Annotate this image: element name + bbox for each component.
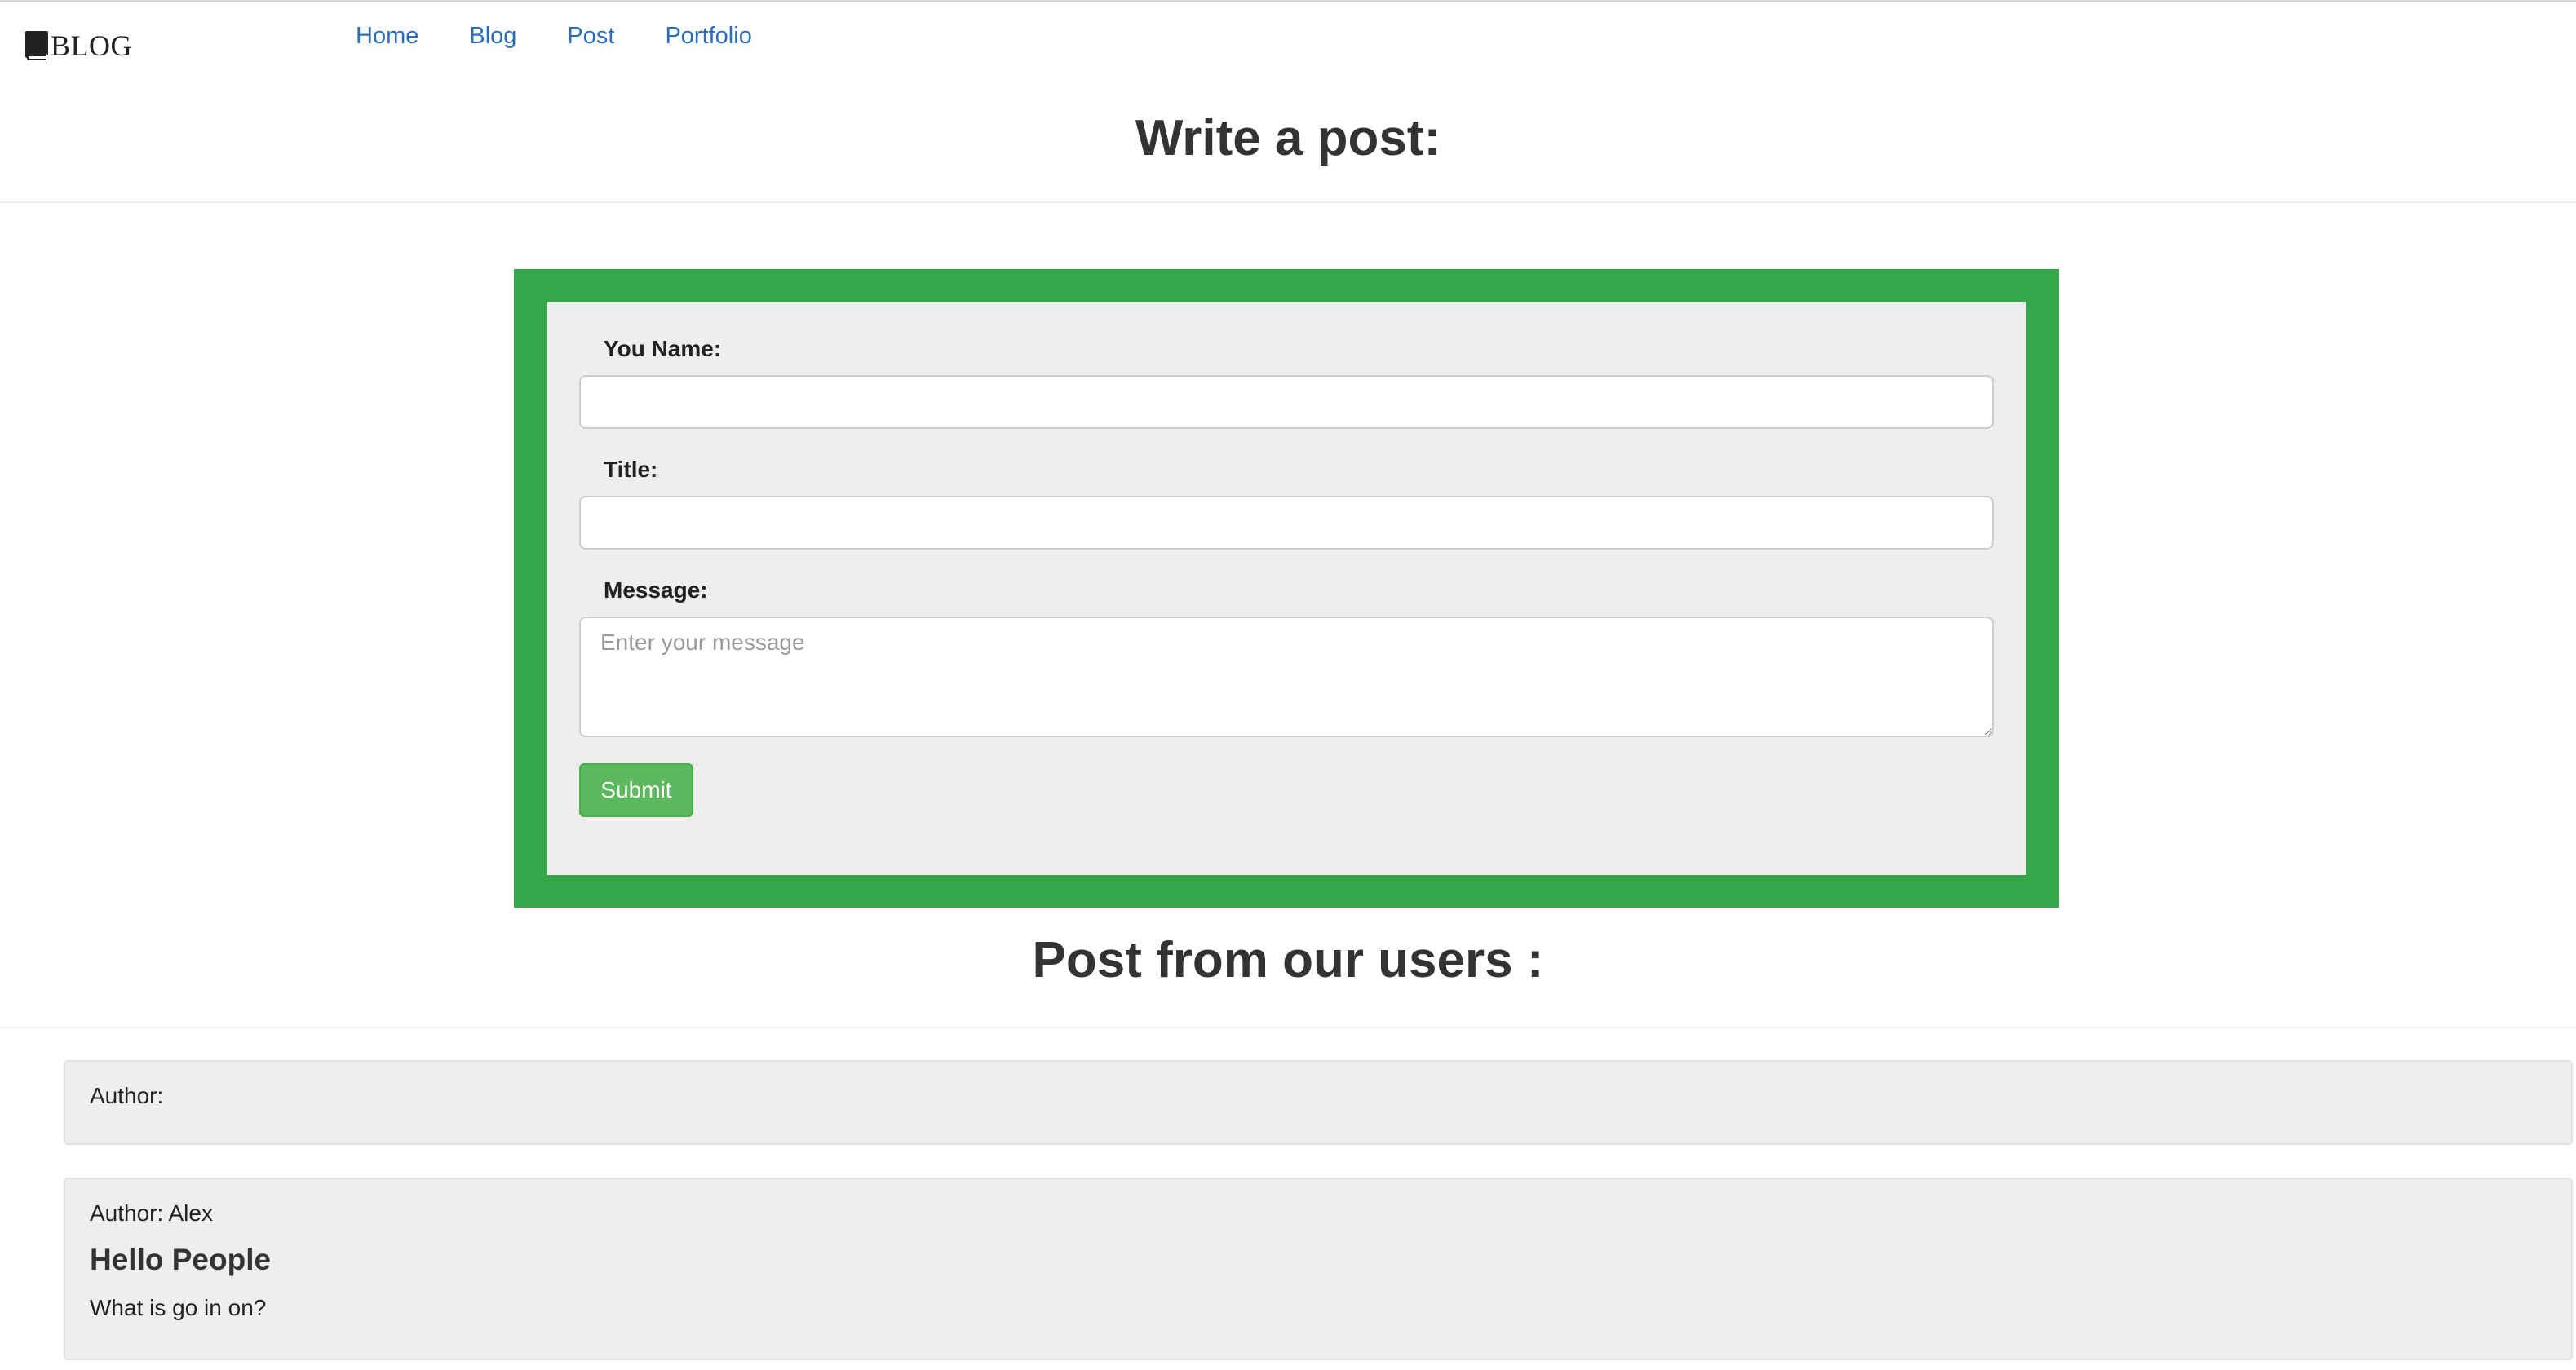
name-input[interactable] — [579, 375, 1994, 429]
brand-text: BLOG — [51, 29, 132, 62]
nav-blog[interactable]: Blog — [469, 20, 516, 52]
write-post-heading: Write a post: — [1135, 110, 1441, 166]
post-form: You Name: Title: Message: Submit — [547, 302, 2026, 875]
message-label: Message: — [604, 577, 708, 603]
post-title: Hello People — [90, 1243, 272, 1276]
divider — [0, 1027, 2576, 1028]
nav-home[interactable]: Home — [356, 20, 418, 52]
title-label: Title: — [604, 457, 658, 482]
post-card: Author: — [64, 1060, 2573, 1145]
post-author: Author: Alex — [90, 1200, 213, 1226]
post-card: Author: Alex Hello People What is go in … — [64, 1178, 2573, 1360]
post-message: What is go in on? — [90, 1295, 267, 1320]
main-nav: Home Blog Post Portfolio — [356, 20, 803, 52]
top-border — [0, 0, 2576, 2]
title-input[interactable] — [579, 496, 1994, 550]
divider — [0, 201, 2576, 203]
submit-button[interactable]: Submit — [579, 763, 693, 817]
user-posts-heading: Post from our users : — [1032, 932, 1544, 988]
book-icon — [25, 31, 48, 60]
post-form-frame: You Name: Title: Message: Submit — [514, 269, 2059, 908]
nav-portfolio[interactable]: Portfolio — [665, 20, 751, 52]
name-label: You Name: — [604, 336, 722, 361]
message-textarea[interactable] — [579, 616, 1994, 737]
post-author: Author: — [90, 1083, 164, 1108]
nav-post[interactable]: Post — [567, 20, 614, 52]
brand-logo[interactable]: BLOG — [24, 24, 132, 60]
